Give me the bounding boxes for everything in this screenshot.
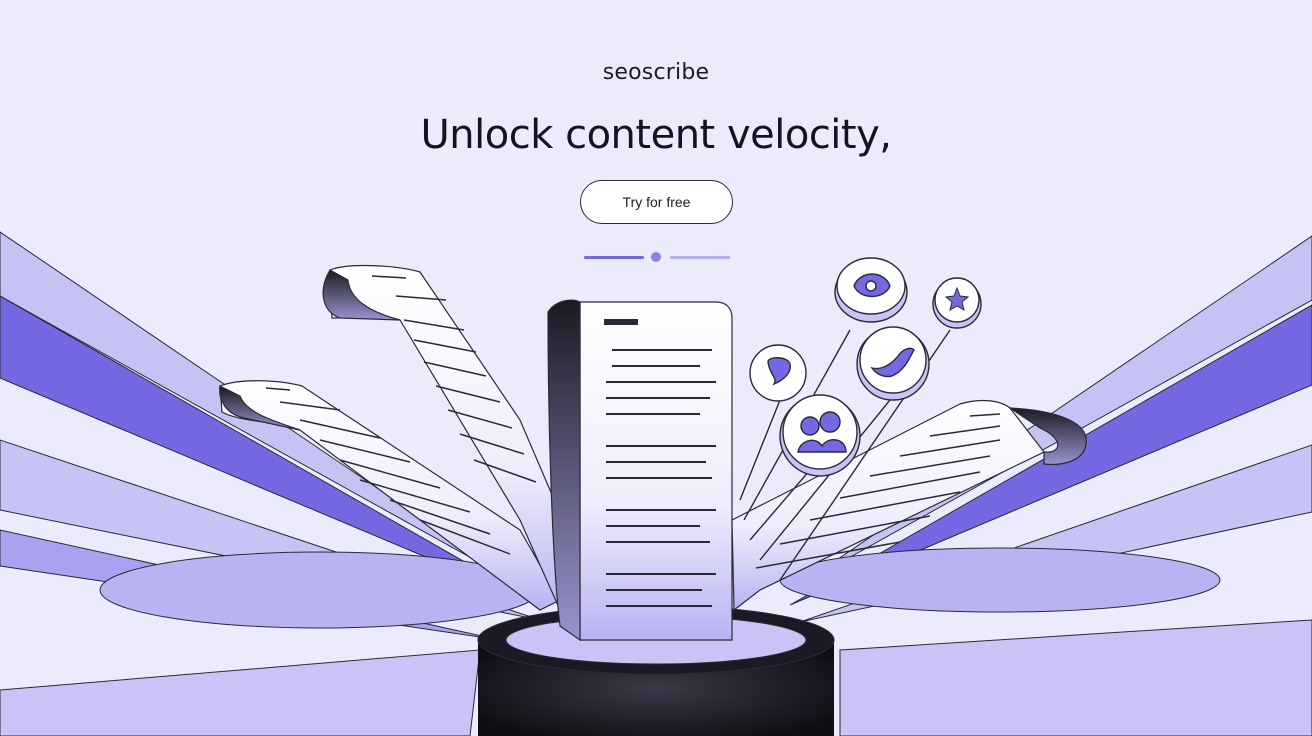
try-for-free-button[interactable]: Try for free	[580, 180, 733, 224]
left-rays	[0, 231, 541, 736]
hero-illustration	[0, 231, 1312, 736]
carousel-slide-2-indicator[interactable]	[670, 256, 730, 259]
chat-bubble-icon	[749, 344, 807, 402]
ray	[99, 551, 541, 629]
users-icon	[779, 394, 861, 477]
hero-headline: Unlock content velocity,	[420, 112, 893, 158]
brand-wordmark[interactable]: seoscribe	[0, 60, 1312, 85]
ray	[779, 547, 1221, 613]
landing-page: seoscribe Unlock content velocity, Try f…	[0, 0, 1312, 736]
ray	[839, 619, 1312, 736]
carousel-indicator	[584, 250, 732, 264]
star-icon	[932, 277, 982, 329]
carousel-active-dot[interactable]	[651, 252, 661, 262]
document-center	[547, 299, 733, 642]
ray	[0, 649, 481, 736]
shield-icon	[834, 257, 908, 323]
carousel-slide-1-indicator[interactable]	[584, 256, 644, 259]
bird-icon	[856, 326, 930, 401]
